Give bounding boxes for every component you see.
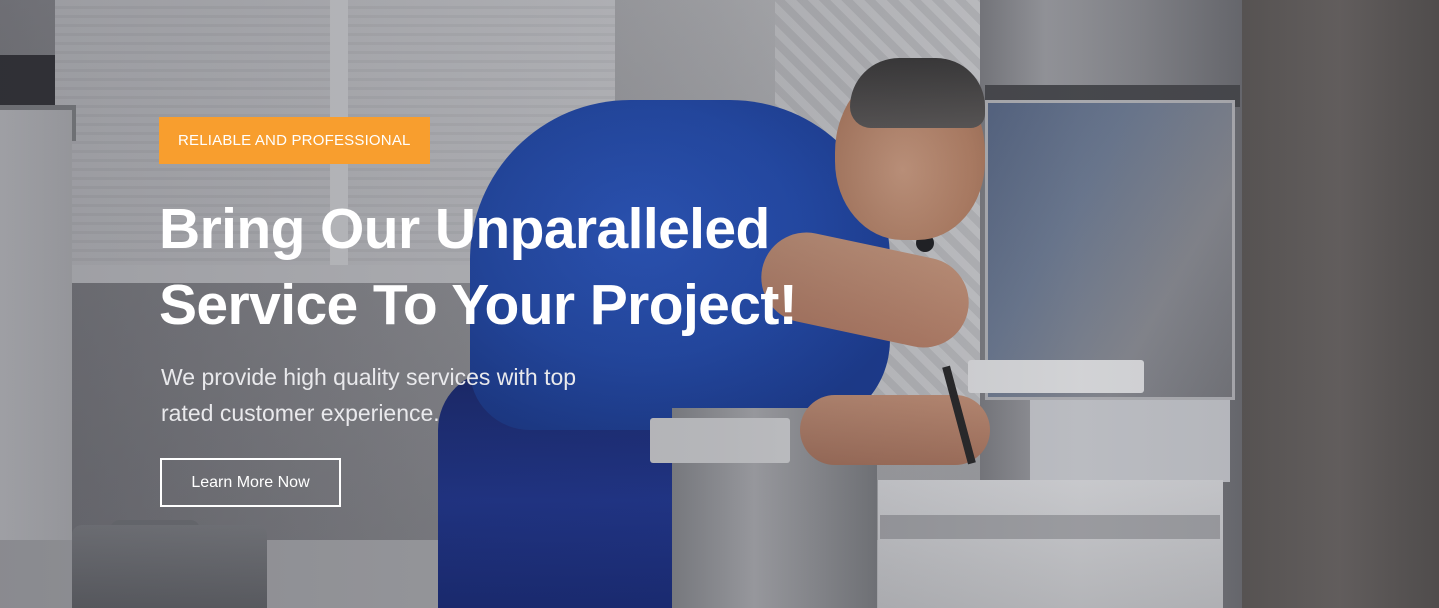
hero-headline: Bring Our Unparalleled Service To Your P… — [159, 191, 859, 343]
refrigerator-lower-compartment — [1030, 400, 1230, 482]
refrigerator — [980, 0, 1242, 608]
hero-headline-line-1: Bring Our Unparalleled — [159, 197, 770, 261]
left-counter — [0, 105, 76, 141]
toolbox — [72, 525, 267, 608]
hero-subtext-line-2: rated customer experience. — [161, 400, 440, 426]
hero-badge: RELIABLE AND PROFESSIONAL — [159, 117, 430, 164]
hero-subtext: We provide high quality services with to… — [159, 359, 679, 431]
hero-headline-line-2: Service To Your Project! — [159, 273, 798, 337]
learn-more-button[interactable]: Learn More Now — [160, 458, 341, 507]
refrigerator-door — [985, 100, 1235, 400]
hero-content: RELIABLE AND PROFESSIONAL Bring Our Unpa… — [159, 117, 859, 507]
hero-banner: RELIABLE AND PROFESSIONAL Bring Our Unpa… — [0, 0, 1439, 608]
left-shelf — [0, 55, 55, 105]
refrigerator-handle-bar — [985, 85, 1240, 107]
refrigerator-drawer — [878, 480, 1223, 608]
left-cabinet — [0, 110, 72, 608]
hero-subtext-line-1: We provide high quality services with to… — [161, 364, 577, 390]
technician-hair — [850, 58, 985, 128]
screwdriver — [942, 365, 976, 465]
cabinet-knob — [916, 234, 934, 252]
floor — [0, 540, 900, 608]
toolbox-handle — [110, 520, 200, 546]
refrigerator-shelf — [968, 360, 1144, 393]
drawer-rail — [880, 515, 1220, 539]
right-wall — [1240, 0, 1439, 608]
